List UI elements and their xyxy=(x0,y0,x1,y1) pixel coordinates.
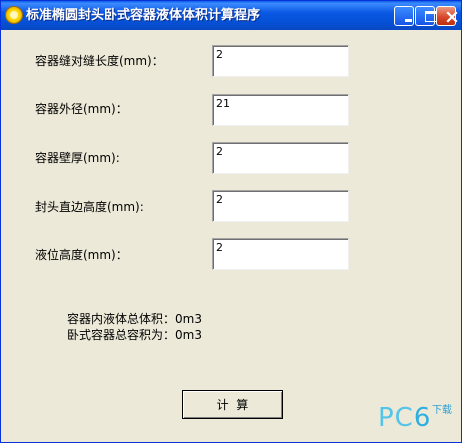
liquid-level-label: 液位高度(mm)： xyxy=(35,248,128,262)
wall-thickness-label: 容器壁厚(mm): xyxy=(35,151,120,165)
straight-flange-field[interactable]: 2 xyxy=(212,190,349,222)
close-button[interactable] xyxy=(436,6,458,26)
outer-diameter-field[interactable]: 21 xyxy=(212,94,349,126)
seam-length-label: 容器缝对缝长度(mm)： xyxy=(35,54,164,68)
total-volume-result: 卧式容器总容积为：0m3 xyxy=(67,328,202,342)
app-window: 标准椭圆封头卧式容器液体体积计算程序 容器缝对缝长度(mm)： 2 容器外径(m… xyxy=(0,0,462,443)
form-area: 容器缝对缝长度(mm)： 2 容器外径(mm)： 21 容器壁厚(mm): 2 … xyxy=(3,30,459,440)
minimize-button[interactable] xyxy=(394,6,414,26)
wall-thickness-field[interactable]: 2 xyxy=(212,142,349,174)
liquid-level-field[interactable]: 2 xyxy=(212,238,349,270)
straight-flange-label: 封头直边高度(mm): xyxy=(35,200,144,214)
window-title: 标准椭圆封头卧式容器液体体积计算程序 xyxy=(26,8,261,23)
liquid-volume-result: 容器内液体总体积：0m3 xyxy=(67,312,202,326)
calculate-button[interactable]: 计 算 xyxy=(182,390,283,419)
maximize-button[interactable] xyxy=(415,6,437,26)
title-bar[interactable]: 标准椭圆封头卧式容器液体体积计算程序 xyxy=(1,1,461,30)
seam-length-field[interactable]: 2 xyxy=(212,45,349,77)
watermark-prefix: PC xyxy=(378,403,414,433)
close-icon xyxy=(446,11,458,23)
pc6-watermark: PC6 下载 xyxy=(378,401,456,435)
outer-diameter-label: 容器外径(mm)： xyxy=(35,102,128,116)
watermark-sub: 下载 xyxy=(432,405,452,416)
sun-icon[interactable] xyxy=(6,7,22,23)
watermark-logo: PC6 xyxy=(378,403,431,433)
watermark-digit: 6 xyxy=(413,403,432,433)
